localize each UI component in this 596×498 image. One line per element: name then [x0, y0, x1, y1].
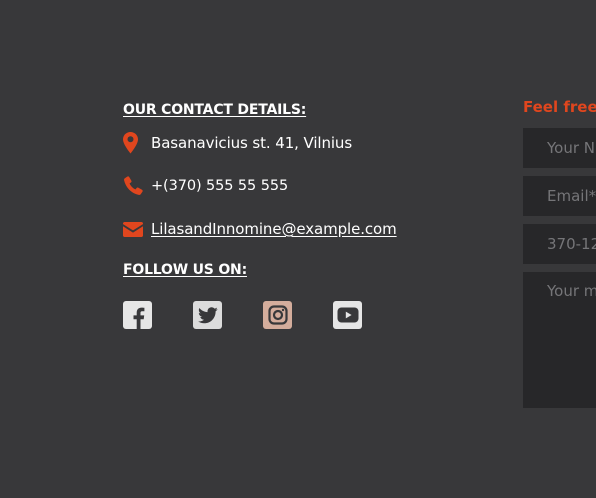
phone-text: +(370) 555 55 555: [151, 178, 289, 194]
message-textarea[interactable]: Your m: [523, 272, 596, 408]
instagram-button[interactable]: [263, 301, 292, 329]
email-input[interactable]: Email*: [523, 176, 596, 216]
youtube-button[interactable]: [333, 301, 362, 329]
twitter-icon: [197, 306, 218, 323]
facebook-button[interactable]: [123, 301, 152, 329]
youtube-icon: [337, 307, 358, 323]
address-text: Basanavicius st. 41, Vilnius: [151, 134, 353, 152]
address-row: Basanavicius st. 41, Vilnius: [123, 132, 352, 154]
follow-us-heading: FOLLOW US ON:: [123, 262, 247, 278]
phone-input[interactable]: 370-12: [523, 224, 596, 264]
email-link[interactable]: LilasandInnomine@example.com: [151, 220, 397, 238]
twitter-button[interactable]: [193, 301, 222, 329]
contact-form-title: Feel free t: [523, 98, 596, 116]
map-marker-icon: [123, 132, 151, 154]
phone-icon: [123, 176, 151, 196]
phone-row: +(370) 555 55 555: [123, 176, 288, 196]
email-row: LilasandInnomine@example.com: [123, 220, 397, 238]
contact-details-heading: OUR CONTACT DETAILS:: [123, 102, 307, 118]
instagram-icon: [267, 305, 288, 325]
footer-contact-section: OUR CONTACT DETAILS: Basanavicius st. 41…: [0, 0, 596, 498]
name-input[interactable]: Your N: [523, 128, 596, 168]
facebook-icon: [133, 307, 145, 329]
envelope-icon: [123, 221, 151, 237]
